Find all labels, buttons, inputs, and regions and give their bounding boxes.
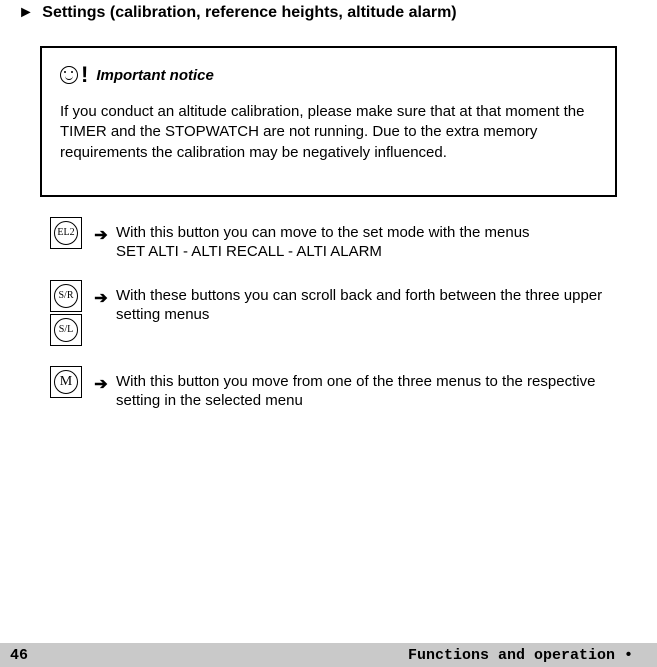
sl-button-icon: S/L <box>50 314 82 346</box>
button-icons-col: S/R S/L <box>50 280 86 348</box>
m-button-icon: M <box>50 366 82 398</box>
notice-icon: ! <box>60 62 88 88</box>
instruction-line: SET ALTI - ALTI RECALL - ALTI ALARM <box>116 242 530 262</box>
notice-title-row: ! Important notice <box>60 62 597 88</box>
el2-button-icon: EL2 <box>50 217 82 249</box>
page-heading: ► Settings (calibration, reference heigh… <box>0 0 657 26</box>
sr-button-icon: S/R <box>50 280 82 312</box>
instruction-row: M ➔ With this button you move from one o… <box>50 366 617 411</box>
page-footer: 46 Functions and operation • <box>0 643 657 667</box>
heading-text: Settings (calibration, reference heights… <box>42 4 456 21</box>
exclamation-icon: ! <box>81 62 88 88</box>
instruction-line: With this button you move from one of th… <box>116 372 617 411</box>
smiley-icon <box>60 66 78 84</box>
instruction-line: With these buttons you can scroll back a… <box>116 286 617 325</box>
button-label: S/L <box>54 318 78 342</box>
notice-title: Important notice <box>96 67 214 84</box>
heading-arrow-icon: ► <box>18 4 34 21</box>
arrow-icon: ➔ <box>86 366 116 394</box>
button-icons-col: M <box>50 366 86 400</box>
button-icons-col: EL2 <box>50 217 86 251</box>
section-label: Functions and operation • <box>408 647 657 664</box>
instruction-line: With this button you can move to the set… <box>116 223 530 243</box>
arrow-icon: ➔ <box>86 217 116 245</box>
instruction-text: With this button you move from one of th… <box>116 366 617 411</box>
instruction-row: S/R S/L ➔ With these buttons you can scr… <box>50 280 617 348</box>
arrow-icon: ➔ <box>86 280 116 308</box>
instruction-list: EL2 ➔ With this button you can move to t… <box>50 217 617 411</box>
notice-box: ! Important notice If you conduct an alt… <box>40 46 617 197</box>
button-label: M <box>54 370 78 394</box>
instruction-text: With these buttons you can scroll back a… <box>116 280 617 325</box>
button-label: S/R <box>54 284 78 308</box>
page-number: 46 <box>0 647 28 664</box>
instruction-text: With this button you can move to the set… <box>116 217 530 262</box>
button-label: EL2 <box>54 221 78 245</box>
instruction-row: EL2 ➔ With this button you can move to t… <box>50 217 617 262</box>
notice-body: If you conduct an altitude calibration, … <box>60 102 597 163</box>
